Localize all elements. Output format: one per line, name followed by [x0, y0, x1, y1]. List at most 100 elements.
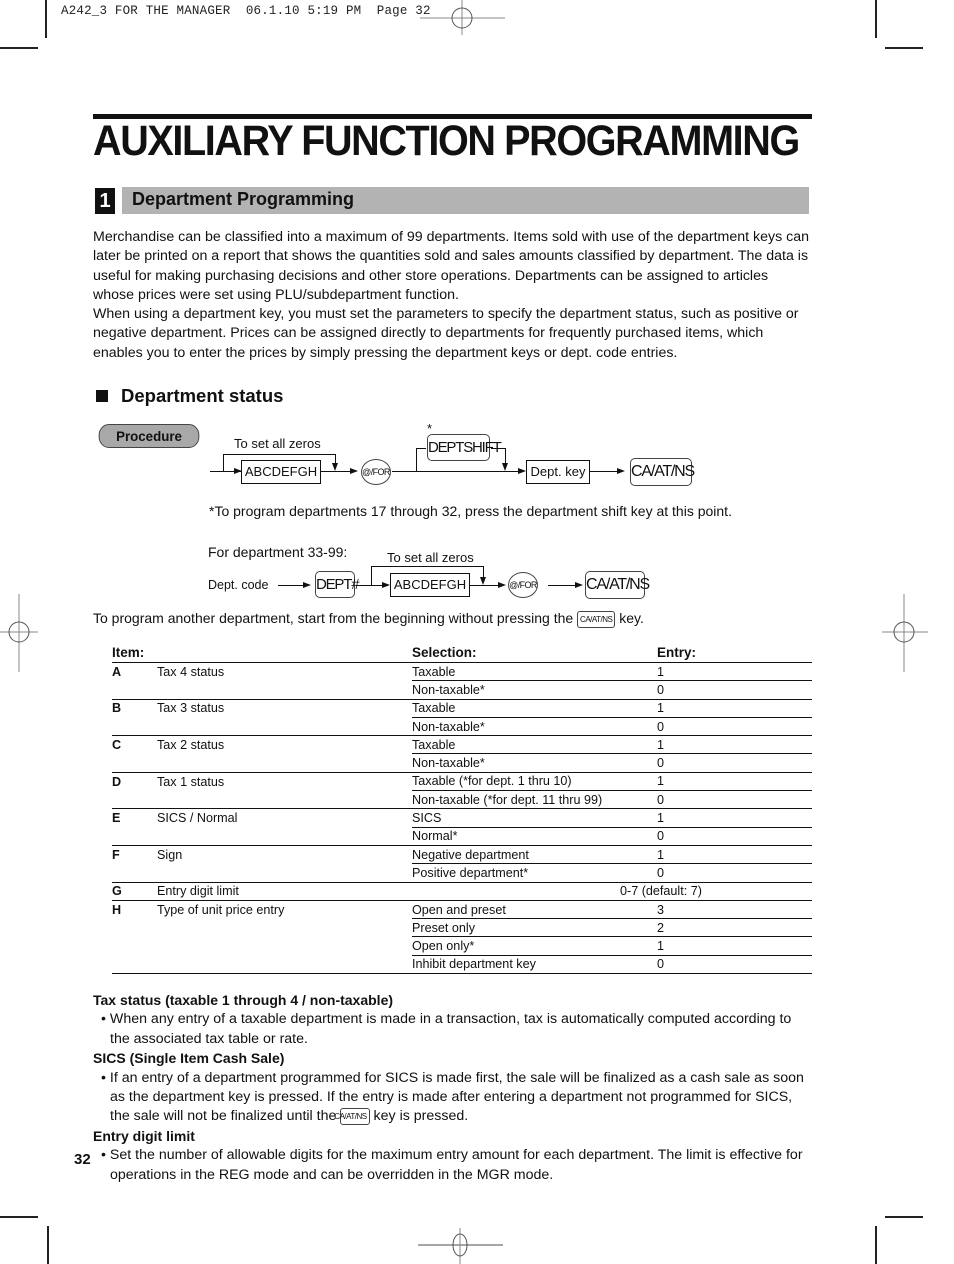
note-text: When any entry of a taxable department i… — [109, 1011, 792, 1047]
row-entry: 0 — [642, 827, 812, 846]
row-entry: 1 — [642, 662, 812, 682]
row-item — [157, 919, 412, 937]
crop-mark — [45, 0, 47, 38]
row-letter — [112, 717, 157, 737]
note-text: To program another department, start fro… — [93, 610, 578, 626]
row-item — [157, 753, 412, 773]
flow-line — [223, 454, 336, 456]
table-row: Non-taxable* 0 — [112, 753, 812, 773]
row-selection: Taxable (*for dept. 1 thru 10) — [412, 772, 642, 792]
row-entry: 1 — [642, 845, 812, 865]
row-entry: 0 — [642, 790, 812, 810]
note-text: key. — [615, 610, 644, 626]
for-key: @/FOR — [361, 459, 391, 485]
crop-mark — [885, 47, 923, 49]
row-selection: Preset only — [412, 918, 642, 938]
arrow-right-icon — [518, 468, 526, 474]
flow-line — [371, 566, 484, 568]
table-row: G Entry digit limit 0-7 (default: 7) — [112, 882, 812, 901]
registration-mark-top — [420, 0, 505, 35]
entry-box-abcdefgh: ABCDEFGH — [241, 460, 321, 484]
crop-mark — [0, 47, 38, 49]
crop-mark — [885, 1216, 923, 1218]
registration-mark-left — [0, 594, 38, 672]
zeros-label: To set all zeros — [234, 436, 321, 451]
registration-mark-right — [882, 594, 928, 672]
table-row: Preset only 2 — [112, 918, 812, 938]
row-item — [157, 717, 412, 737]
table-row: H Type of unit price entry Open and preset… — [112, 900, 812, 920]
row-item: Entry digit limit — [157, 882, 412, 901]
note-heading-tax: Tax status (taxable 1 through 4 / non-ta… — [93, 992, 394, 1008]
row-entry: 1 — [642, 936, 812, 956]
flow-line — [392, 471, 522, 473]
crop-mark — [47, 1226, 49, 1264]
row-range: 0-7 (default: 7) — [620, 882, 790, 901]
arrow-right-icon — [382, 582, 390, 588]
header-item: Item: — [112, 643, 412, 663]
section-title: Department Programming — [132, 189, 355, 209]
row-entry: 1 — [642, 699, 812, 718]
row-entry: 0 — [642, 955, 812, 975]
table-row: F Sign Negative department 1 — [112, 845, 812, 865]
row-item: SICS / Normal — [157, 811, 238, 826]
row-entry: 0 — [642, 680, 812, 700]
row-selection: Non-taxable* — [412, 680, 642, 700]
row-letter: E — [112, 811, 121, 826]
row-selection: Inhibit department key — [412, 955, 642, 975]
flow-line — [491, 448, 506, 450]
table-row: Normal* 0 — [112, 827, 812, 846]
row-item — [157, 680, 412, 700]
dept-key-box: Dept. key — [526, 460, 590, 484]
table-row: B Tax 3 status Taxable 1 — [112, 699, 812, 718]
arrow-right-icon — [575, 582, 583, 588]
dept-number-key: DEPT# — [315, 571, 360, 598]
crop-mark — [875, 1226, 877, 1264]
row-item: Tax 4 status — [157, 664, 225, 679]
table-row: Open only* 1 — [112, 936, 812, 956]
row-selection: Open and preset — [412, 900, 642, 920]
row-letter: F — [112, 847, 120, 862]
row-entry: 3 — [642, 900, 812, 920]
notes-section: Tax status (taxable 1 through 4 / non-ta… — [93, 991, 813, 1185]
row-item — [157, 937, 412, 955]
entry-box-abcdefgh-2: ABCDEFGH — [390, 573, 470, 597]
note-text: Set the number of allowable digits for t… — [109, 1147, 803, 1183]
row-selection: Non-taxable* — [412, 717, 642, 737]
flow-line — [505, 448, 507, 464]
row-letter — [112, 680, 157, 700]
arrow-right-icon — [350, 468, 358, 474]
row-item — [157, 790, 412, 810]
table-row: Non-taxable* 0 — [112, 680, 812, 700]
dept-code-label: Dept. code — [208, 578, 269, 592]
row-item: Tax 3 status — [157, 701, 225, 716]
arrow-down-icon — [480, 577, 486, 585]
table-row: E SICS / Normal SICS 1 — [112, 808, 812, 828]
arrow-right-icon — [303, 582, 311, 588]
subsection-heading: Department status — [96, 385, 283, 407]
row-selection: Non-taxable (*for dept. 11 thru 99) — [412, 790, 642, 810]
row-entry: 0 — [642, 863, 812, 883]
row-item: Tax 1 status — [157, 774, 225, 789]
row-letter — [112, 790, 157, 810]
row-selection: Taxable — [412, 662, 642, 682]
flow-line — [548, 585, 578, 587]
row-letter — [112, 827, 157, 846]
row-selection: Non-taxable* — [412, 753, 642, 773]
row-entry: 1 — [642, 735, 812, 755]
intro-paragraph-1: Merchandise can be classified into a max… — [93, 229, 810, 304]
zeros-label-2: To set all zeros — [387, 550, 474, 565]
header-selection: Selection: — [412, 643, 642, 663]
table-row: Inhibit department key 0 — [112, 955, 812, 975]
arrow-down-icon — [332, 463, 338, 471]
row-item — [157, 955, 412, 975]
arrow-right-icon — [498, 582, 506, 588]
print-slug: A242_3 FOR THE MANAGER 06.1.10 5:19 PM P… — [61, 4, 431, 18]
row-entry: 2 — [642, 918, 812, 938]
row-letter — [112, 753, 157, 773]
arrow-right-icon — [617, 468, 625, 474]
row-item: Sign — [157, 847, 183, 862]
row-entry: 0 — [642, 753, 812, 773]
row-selection: SICS — [412, 808, 642, 828]
table-row: Non-taxable* 0 — [112, 717, 812, 737]
